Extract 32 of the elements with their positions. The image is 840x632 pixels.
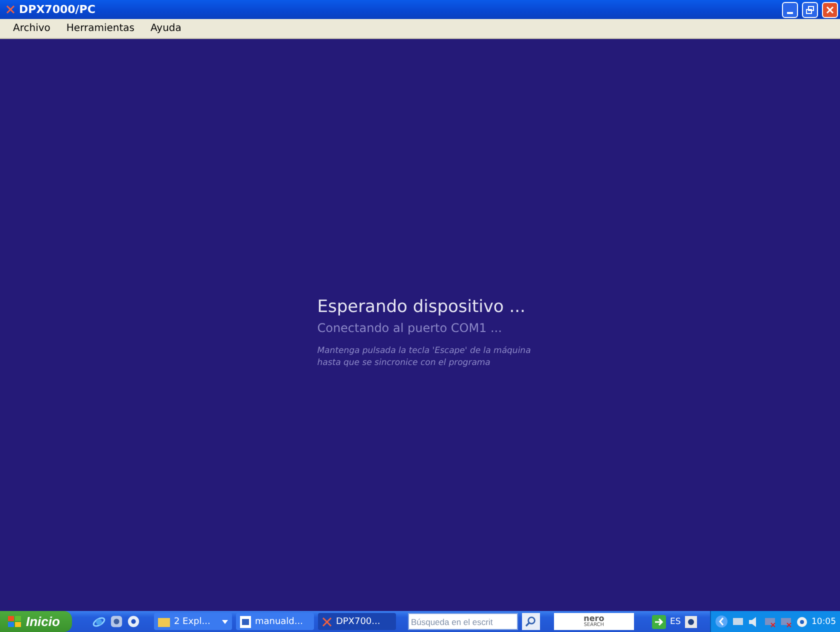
status-subtitle: Conectando al puerto COM1 ... [317, 321, 503, 335]
disc-icon[interactable] [126, 615, 140, 628]
hint-text: hasta que se sincronice con el programa [317, 357, 492, 369]
language-indicator[interactable]: ES [670, 616, 681, 626]
document-icon [240, 616, 251, 628]
caret-icon [222, 620, 228, 624]
folder-icon [158, 616, 170, 626]
arrow-icon[interactable] [652, 614, 666, 628]
hint-text: Mantenga pulsada la tecla 'Escape' de la máquina [317, 345, 531, 357]
restore-button[interactable] [802, 2, 818, 18]
search-field[interactable]: Búsqueda en el escrit [408, 613, 518, 630]
minimize-icon [787, 12, 793, 14]
window-title: DPX7000/PC [19, 3, 96, 16]
clock[interactable]: 10:05 [812, 616, 836, 626]
minimize-button[interactable] [782, 2, 798, 18]
search-button[interactable] [522, 613, 540, 630]
task-button[interactable]: manuald... [236, 613, 314, 630]
windows-logo-icon [8, 616, 22, 628]
close-button[interactable] [822, 2, 838, 18]
cross-icon [6, 5, 15, 14]
status-heading: Esperando dispositivo ... [317, 297, 526, 317]
close-icon [826, 6, 834, 14]
menu-item[interactable]: Ayuda [144, 23, 188, 34]
chevron-icon[interactable] [714, 615, 728, 628]
cross-icon [322, 616, 332, 626]
search-icon [525, 616, 536, 627]
menu-item[interactable]: Archivo [6, 23, 58, 34]
task-button[interactable]: 2 Expl... [154, 613, 232, 630]
task-button[interactable]: DPX700... [318, 613, 396, 630]
restore-icon [806, 6, 814, 14]
menu-item[interactable]: Herramientas [59, 23, 142, 34]
browser-icon[interactable] [92, 614, 106, 628]
